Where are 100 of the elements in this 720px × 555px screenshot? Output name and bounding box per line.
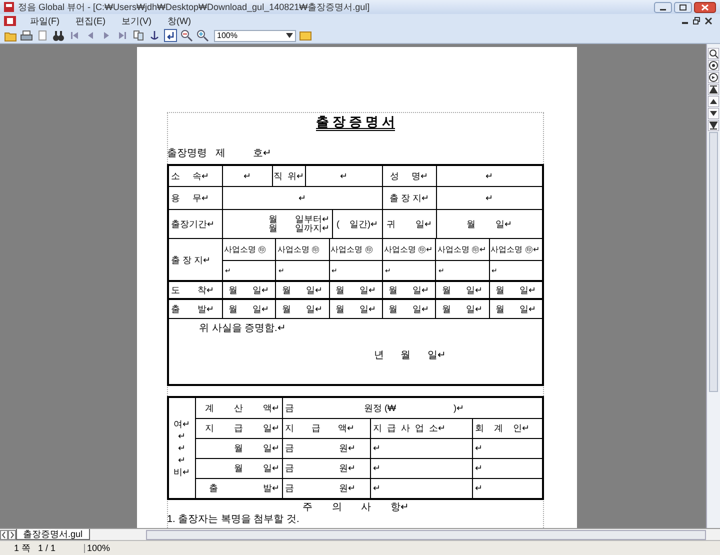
- minimize-icon[interactable]: [654, 2, 672, 12]
- table-cell: 사업소명 ㊞↵: [488, 239, 542, 260]
- table-cell: 금 원↵: [282, 479, 370, 498]
- table-cell: 출 장 지↵: [382, 187, 436, 209]
- table-cell: 귀 일↵: [382, 210, 436, 238]
- table-cell: 월 일↵: [488, 300, 542, 318]
- table-cell-text: 출 발↵: [170, 302, 216, 316]
- table-cell: 금 원정 (₩ )↵: [282, 398, 542, 418]
- binoculars-icon[interactable]: [52, 29, 65, 42]
- table-cell: 직 위↵: [272, 166, 305, 186]
- table-cell: ↵: [436, 166, 542, 186]
- last-page-icon[interactable]: [116, 29, 129, 42]
- table-cell: ↵: [178, 432, 186, 440]
- table-cell-text: 출 발↵: [208, 482, 281, 495]
- table-cell: 월 일↵: [435, 300, 489, 318]
- caret-icon: [286, 33, 293, 38]
- zoom-field[interactable]: 100%: [214, 30, 296, 42]
- table-cell: 사업소명 ㊞: [275, 239, 329, 260]
- table-cell-text: 소 속↵: [170, 170, 211, 182]
- table-cell: 금 원↵: [282, 439, 370, 458]
- table-cell: 월 일↵: [435, 282, 489, 298]
- circle-arrow-icon[interactable]: [708, 72, 719, 83]
- restore-icon[interactable]: [693, 17, 700, 25]
- circle-dot-icon[interactable]: [708, 60, 719, 71]
- previous-tab-icon[interactable]: [0, 530, 8, 540]
- status-text: 1 쪽: [13, 544, 32, 552]
- window-title: 정음 Global 뷰어 - [C:₩Users₩jdh₩Desktop₩Download_gul_140821₩출장증명서.gul]: [18, 2, 370, 12]
- table-cell: 비↵: [174, 468, 190, 476]
- up-arrow-icon[interactable]: [708, 96, 719, 107]
- table-cell: 월 일↵: [275, 282, 329, 298]
- close-icon[interactable]: [705, 17, 712, 25]
- table-cell: 월 일↵: [382, 282, 436, 298]
- table-cell: 사업소명 ㊞↵: [382, 239, 436, 260]
- table-cell: 월 일↵: [222, 282, 276, 298]
- double-down-arrow-icon[interactable]: [708, 120, 719, 131]
- table-cell-text: 출 장 지↵: [170, 254, 212, 266]
- table-cell: 월 일↵: [328, 282, 382, 298]
- table-cell: 사업소명 ㊞: [328, 239, 382, 260]
- table-cell: ↵: [305, 166, 382, 186]
- status-text: 100%: [84, 544, 124, 552]
- down-arrow-icon[interactable]: [708, 108, 719, 119]
- table-cell: 월 일↵: [275, 300, 329, 318]
- table-cell: 성 명↵: [382, 166, 436, 186]
- menu-item[interactable]: 편집(E): [74, 16, 108, 26]
- menu-item[interactable]: 파일(F): [28, 16, 62, 26]
- menu-item[interactable]: 창(W): [166, 16, 193, 26]
- next-tab-icon[interactable]: [8, 530, 16, 540]
- table-cell-text: 계 산 액↵: [204, 402, 281, 414]
- statement-text: 위 사실을 증명함.↵: [199, 324, 286, 334]
- horizontal-scrollbar[interactable]: [146, 530, 706, 540]
- order-number-line: 출장명령 제 호↵: [167, 149, 272, 159]
- table-cell: 금 원↵: [282, 459, 370, 478]
- table-cell: ↵: [472, 479, 542, 498]
- zoom-in-icon[interactable]: [196, 29, 209, 42]
- folder-icon[interactable]: [299, 29, 312, 42]
- table-cell: ↵: [436, 187, 542, 209]
- pages-icon[interactable]: [132, 29, 145, 42]
- table-cell: 월 일↵: [488, 282, 542, 298]
- double-up-arrow-icon[interactable]: [708, 84, 719, 95]
- table-cell: ↵: [178, 456, 186, 464]
- table-cell: 월 일↵: [222, 300, 276, 318]
- menu-item[interactable]: 보기(V): [120, 16, 154, 26]
- document-icon: [4, 16, 16, 26]
- maximize-icon[interactable]: [674, 2, 692, 12]
- table-cell: 회 계 인↵: [472, 419, 542, 438]
- date-line: 년 월 일↵: [374, 351, 446, 361]
- table-cell: 사업소명 ㊞↵: [435, 239, 489, 260]
- table-cell: 월 일↵: [436, 210, 542, 238]
- table-cell: ↵: [370, 479, 472, 498]
- table-cell: 월 일↵: [382, 300, 436, 318]
- enter-mark-icon[interactable]: [164, 29, 177, 42]
- table-cell: ↵: [222, 187, 382, 209]
- table-cell: ↵: [370, 439, 472, 458]
- app-icon: [4, 2, 14, 12]
- printer-icon[interactable]: [20, 29, 33, 42]
- document-title: 출 장 증 명 서: [316, 115, 396, 131]
- table-cell-text: 월 일↵: [232, 442, 281, 455]
- vertical-scrollbar[interactable]: [706, 44, 720, 528]
- table-cell: ↵: [472, 459, 542, 478]
- close-icon[interactable]: [694, 2, 716, 12]
- status-text: 1 / 1: [38, 544, 57, 552]
- zoom-icon[interactable]: [708, 48, 719, 59]
- table-cell: 사업소명 ㊞: [222, 239, 276, 260]
- note-text: 1. 출장자는 복명을 첨부할 것.: [167, 515, 300, 525]
- table-cell-text: 도 착↵: [170, 284, 216, 296]
- document-tab[interactable]: 출장증명서.gul: [16, 529, 90, 540]
- table-cell: 여↵: [174, 420, 190, 428]
- table-cell: 월 일부터↵ 월 일까지↵: [222, 210, 332, 238]
- scroll-thumb-icon[interactable]: [709, 132, 718, 392]
- table-cell-text: 용 무↵: [170, 192, 211, 204]
- table-cell: ↵: [370, 459, 472, 478]
- anchor-icon[interactable]: [148, 29, 161, 42]
- table-cell: 지 급 사 업 소↵: [370, 419, 472, 438]
- zoom-out-icon[interactable]: [180, 29, 193, 42]
- table-cell: ↵: [472, 439, 542, 458]
- table-cell: 월 일↵: [328, 300, 382, 318]
- notes-title: 주 의 사 항↵: [302, 503, 409, 513]
- table-cell: 지 급 액↵: [282, 419, 370, 438]
- table-cell-text: 지 급 일↵: [204, 422, 281, 435]
- table-cell: ↵: [222, 166, 272, 186]
